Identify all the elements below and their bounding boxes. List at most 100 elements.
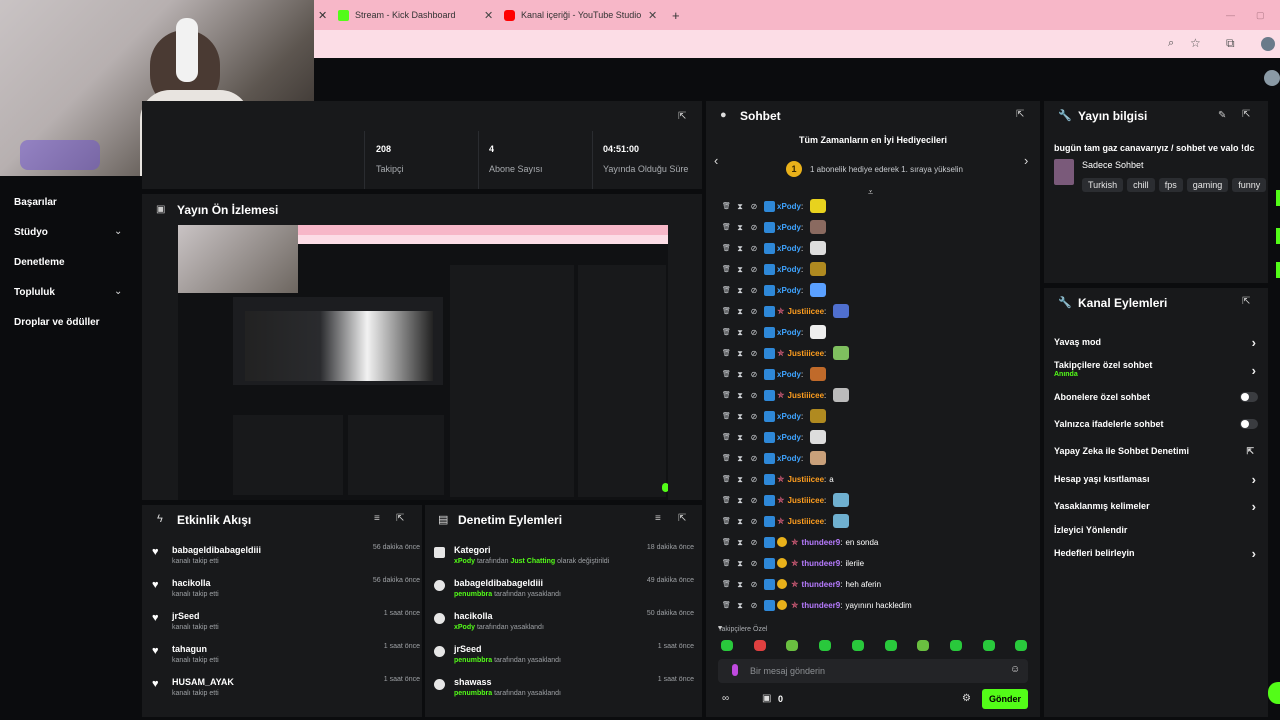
timeout-icon[interactable]: ⧗ [736,328,744,337]
delete-icon[interactable]: 🗑 [722,349,731,358]
user-name[interactable]: hacikolla [172,578,219,588]
emote-icon[interactable] [949,640,962,651]
mic-icon[interactable] [732,664,738,676]
delete-icon[interactable]: 🗑 [722,265,731,274]
channel-action-item[interactable]: Takipçilere özel sohbet Anında › [1054,360,1258,378]
ban-icon[interactable]: ⊘ [750,559,758,568]
delete-icon[interactable]: 🗑 [722,454,731,463]
chat-message[interactable]: 🗑 ⧗ ⊘ ✯ thundeer9: heh aferin [722,576,881,592]
chat-message[interactable]: 🗑 ⧗ ⊘ ✯ Justiiicee: [722,387,850,403]
toggle-switch[interactable] [1240,419,1258,429]
gear-icon[interactable]: ⚙ [962,693,971,704]
target-name[interactable]: babageldibabageldiii [454,578,654,588]
moderator-name[interactable]: penumbbra [454,591,492,598]
chevron-right-icon[interactable]: › [1252,472,1256,487]
target-name[interactable]: Kategori [454,545,654,555]
ban-icon[interactable]: ⊘ [750,202,758,211]
chevron-left-icon[interactable]: ‹ [714,153,718,168]
chat-username[interactable]: Justiiicee [788,307,824,316]
chat-username[interactable]: Justiiicee [788,475,824,484]
chat-message[interactable]: 🗑 ⧗ ⊘ xPody: [722,261,827,277]
channel-action-item[interactable]: Yasaklanmış kelimeler › [1054,499,1258,514]
ban-icon[interactable]: ⊘ [750,307,758,316]
bookmark-star-icon[interactable]: ☆ [1190,36,1201,50]
delete-icon[interactable]: 🗑 [722,412,731,421]
chat-message[interactable]: 🗑 ⧗ ⊘ ✯ Justiiicee: [722,303,850,319]
timeout-icon[interactable]: ⧗ [736,496,744,505]
chat-message[interactable]: 🗑 ⧗ ⊘ ✯ Justiiicee: [722,492,850,508]
chevron-down-icon[interactable]: ⌄ [114,286,122,297]
chevron-right-icon[interactable]: › [1024,153,1028,168]
channel-action-item[interactable]: Abonelere özel sohbet [1054,392,1258,402]
pin-icon[interactable]: ⩡ [868,187,873,198]
delete-icon[interactable]: 🗑 [722,244,731,253]
close-icon[interactable]: ✕ [484,9,493,22]
delete-icon[interactable]: 🗑 [722,307,731,316]
timeout-icon[interactable]: ⧗ [736,454,744,463]
chat-username[interactable]: xPody [777,328,801,337]
delete-icon[interactable]: 🗑 [722,328,731,337]
timeout-icon[interactable]: ⧗ [736,601,744,610]
popout-icon[interactable]: ⇱ [678,111,686,122]
infinity-icon[interactable]: ∞ [722,693,729,704]
popout-icon[interactable]: ⇱ [678,513,686,524]
timeout-icon[interactable]: ⧗ [736,223,744,232]
chat-username[interactable]: xPody [777,286,801,295]
tag[interactable]: chill [1127,178,1155,192]
user-name[interactable]: babageldibabageldiii [172,545,261,555]
ban-icon[interactable]: ⊘ [750,433,758,442]
chat-input[interactable]: Bir mesaj gönderin ☺ [718,659,1028,683]
channel-action-item[interactable]: Yapay Zeka ile Sohbet Denetimi ⇱ [1054,446,1258,456]
floating-action-button[interactable] [1268,682,1280,704]
chat-username[interactable]: Justiiicee [788,349,824,358]
emote-icon[interactable] [851,640,864,651]
ban-icon[interactable]: ⊘ [750,412,758,421]
user-name[interactable]: HUSAM_AYAK [172,677,234,687]
timeout-icon[interactable]: ⧗ [736,307,744,316]
chat-username[interactable]: thundeer9 [802,538,841,547]
ban-icon[interactable]: ⊘ [750,601,758,610]
emote-icon[interactable] [982,640,995,651]
sidebar-item-studio[interactable]: Stüdyo [14,227,48,238]
tag[interactable]: Turkish [1082,178,1124,192]
extensions-icon[interactable]: ⧉ [1226,36,1235,51]
ban-icon[interactable]: ⊘ [750,223,758,232]
chat-username[interactable]: Justiiicee [788,391,824,400]
send-button[interactable]: Gönder [982,689,1028,709]
timeout-icon[interactable]: ⧗ [736,559,744,568]
moderator-name[interactable]: penumbbra [454,657,492,664]
chat-message[interactable]: 🗑 ⧗ ⊘ ✯ thundeer9: yayınını hackledim [722,597,912,613]
tag[interactable]: funny [1232,178,1267,192]
gift-icon[interactable]: ▣ [762,693,771,704]
minimize-icon[interactable]: — [1226,4,1235,26]
timeout-icon[interactable]: ⧗ [736,202,744,211]
tag[interactable]: gaming [1186,178,1229,192]
chat-username[interactable]: xPody [777,370,801,379]
timeout-icon[interactable]: ⧗ [736,580,744,589]
chat-message[interactable]: 🗑 ⧗ ⊘ xPody: [722,450,827,466]
chat-username[interactable]: thundeer9 [802,580,841,589]
chevron-right-icon[interactable]: › [1252,546,1256,561]
emote-icon[interactable] [786,640,799,651]
timeout-icon[interactable]: ⧗ [736,244,744,253]
ban-icon[interactable]: ⊘ [750,580,758,589]
delete-icon[interactable]: 🗑 [722,202,731,211]
chat-message[interactable]: 🗑 ⧗ ⊘ xPody: [722,282,827,298]
new-tab-button[interactable]: + [672,4,680,26]
stream-video[interactable] [178,225,668,500]
chat-message[interactable]: 🗑 ⧗ ⊘ ✯ thundeer9: ileriie [722,555,864,571]
ban-icon[interactable]: ⊘ [750,370,758,379]
chevron-down-icon[interactable]: ⌄ [114,226,122,237]
timeout-icon[interactable]: ⧗ [736,412,744,421]
ban-icon[interactable]: ⊘ [750,517,758,526]
ban-icon[interactable]: ⊘ [750,328,758,337]
ban-icon[interactable]: ⊘ [750,391,758,400]
chat-username[interactable]: xPody [777,244,801,253]
chevron-right-icon[interactable]: › [1252,335,1256,350]
emote-icon[interactable] [721,640,733,651]
ban-icon[interactable]: ⊘ [750,538,758,547]
timeout-icon[interactable]: ⧗ [736,370,744,379]
tab-youtube-studio[interactable]: Kanal içeriği - YouTube Studio ✕ [504,4,664,26]
chat-message[interactable]: 🗑 ⧗ ⊘ ✯ Justiiicee: a [722,471,834,487]
channel-action-item[interactable]: Yalnızca ifadelerle sohbet [1054,419,1258,429]
